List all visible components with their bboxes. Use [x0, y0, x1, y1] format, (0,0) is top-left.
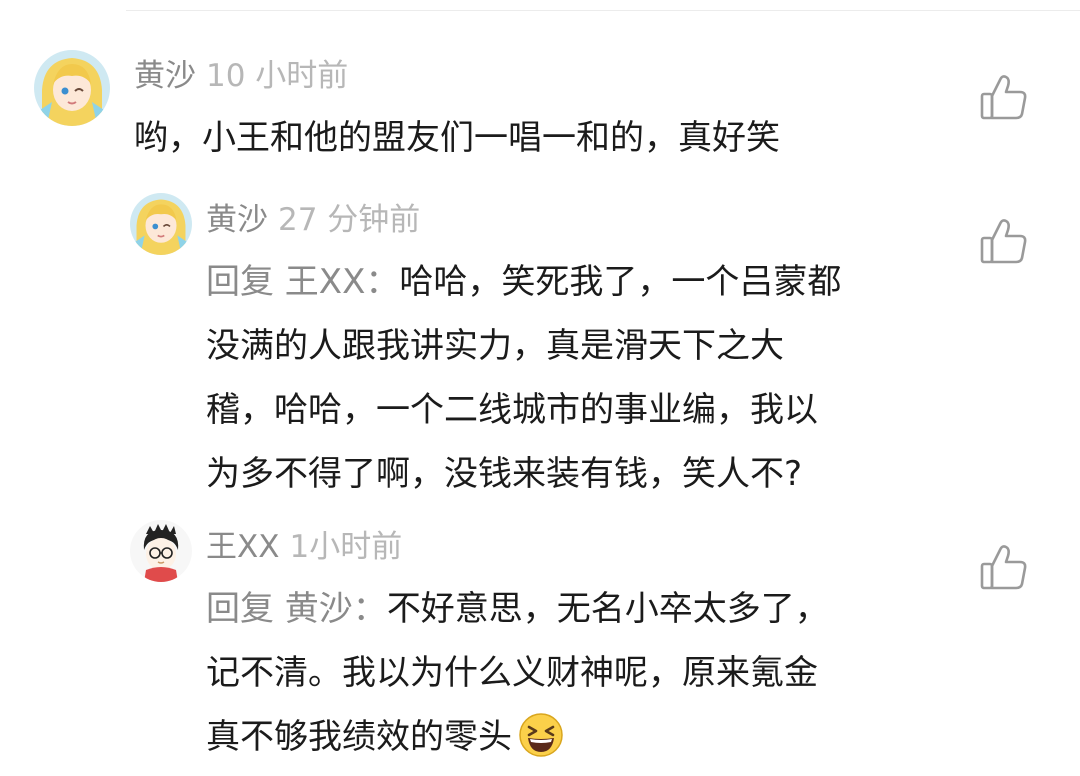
reply-text: 回复 王XX：哈哈，笑死我了，一个吕蒙都 没满的人跟我讲实力，真是滑天下之大 稽… [206, 250, 841, 506]
comment-meta: 黄沙 27 分钟前 [206, 200, 420, 240]
like-button[interactable] [976, 214, 1032, 270]
avatar[interactable] [34, 50, 110, 126]
timestamp: 1小时前 [289, 529, 403, 565]
grinning-squint-emoji [518, 712, 564, 776]
avatar[interactable] [130, 520, 192, 582]
comment-line-text: 哈哈，笑死我了，一个吕蒙都 [399, 262, 842, 302]
comment-meta: 黄沙 10 小时前 [134, 56, 348, 96]
comment-line: 记不清。我以为什么义财神呢，原来氪金 [206, 653, 818, 693]
thumbs-up-icon [980, 545, 1027, 590]
thumbs-up-icon [980, 219, 1027, 264]
author-name[interactable]: 黄沙 [206, 202, 268, 238]
comment-line: 没满的人跟我讲实力，真是滑天下之大 [206, 326, 784, 366]
comment-meta: 王XX 1小时前 [206, 527, 402, 567]
reply-text: 回复 黄沙：不好意思，无名小卒太多了， 记不清。我以为什么义财神呢，原来氪金 真… [206, 577, 829, 776]
comment-line: 为多不得了啊，没钱来装有钱，笑人不? [206, 454, 803, 494]
comment-line: 回复 王XX：哈哈，笑死我了，一个吕蒙都 [206, 250, 841, 314]
like-button[interactable] [976, 70, 1032, 126]
comment-line: 真不够我绩效的零头 [206, 705, 829, 776]
reply-prefix[interactable]: 回复 黄沙： [206, 589, 387, 629]
author-name[interactable]: 王XX [206, 529, 279, 565]
comment-line-text: 不好意思，无名小卒太多了， [386, 589, 829, 629]
comment-line: 回复 黄沙：不好意思，无名小卒太多了， [206, 577, 829, 641]
like-button[interactable] [976, 540, 1032, 596]
comment-line-text: 真不够我绩效的零头 [206, 717, 512, 757]
avatar[interactable] [130, 193, 192, 255]
reply-prefix[interactable]: 回复 王XX： [206, 262, 399, 302]
comment-line: 哟，小王和他的盟友们一唱一和的，真好笑 [134, 118, 780, 158]
comment-text: 哟，小王和他的盟友们一唱一和的，真好笑 [134, 106, 780, 170]
divider [126, 10, 1080, 11]
comment-line: 稽，哈哈，一个二线城市的事业编，我以 [206, 390, 818, 430]
author-name[interactable]: 黄沙 [134, 58, 196, 94]
timestamp: 27 分钟前 [278, 202, 421, 238]
thumbs-up-icon [980, 75, 1027, 120]
timestamp: 10 小时前 [206, 58, 349, 94]
comment-thread: 黄沙 10 小时前 哟，小王和他的盟友们一唱一和的，真好笑 黄沙 27 分钟前 回复… [0, 0, 1080, 776]
